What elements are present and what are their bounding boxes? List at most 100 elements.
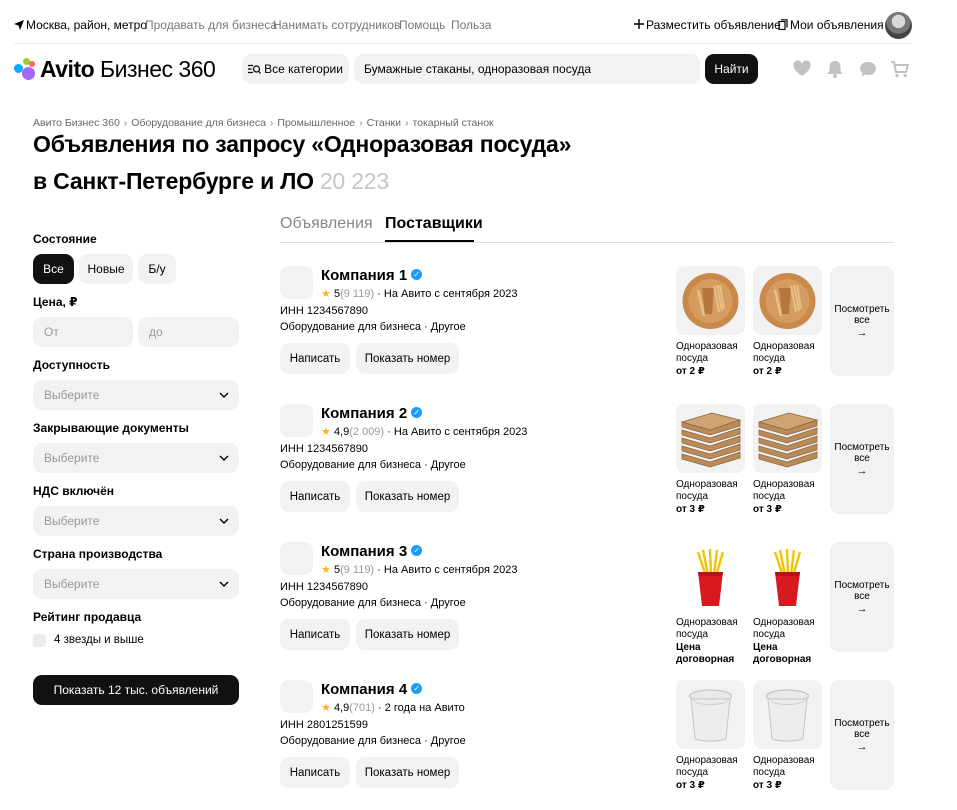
find-button[interactable]: Найти <box>705 54 758 84</box>
breadcrumb-item[interactable]: Оборудование для бизнеса <box>131 117 266 129</box>
condition-new-option[interactable]: Новые <box>79 254 133 284</box>
breadcrumb-item[interactable]: токарный станок <box>412 117 493 129</box>
supplier-rating: ★ 5(9 119) · На Авито с сентября 2023 <box>321 288 518 300</box>
benefit-link[interactable]: Польза <box>451 18 491 32</box>
see-all-label: Посмотреть все <box>834 718 890 740</box>
four-stars-label[interactable]: 4 звезды и выше <box>54 634 144 646</box>
hire-employees-link[interactable]: Нанимать сотрудников <box>273 18 400 32</box>
write-message-button[interactable]: Написать <box>280 619 350 650</box>
vat-select[interactable]: Выберите <box>33 506 239 536</box>
verified-check-icon: ✓ <box>411 683 423 694</box>
chevron-down-icon <box>219 455 229 461</box>
user-avatar[interactable] <box>885 12 912 39</box>
product-price: от 3 ₽ <box>676 780 705 791</box>
show-phone-button[interactable]: Показать номер <box>356 619 459 650</box>
search-input[interactable] <box>354 54 700 84</box>
notifications-bell-icon[interactable] <box>825 59 845 79</box>
breadcrumb-chevron-icon: › <box>269 117 274 129</box>
see-all-button[interactable]: Посмотреть все → <box>830 404 894 514</box>
avito-business-360-logo[interactable]: Avito Бизнес 360 <box>14 55 216 83</box>
four-stars-checkbox[interactable] <box>33 634 46 647</box>
supplier-logo[interactable] <box>280 266 313 299</box>
supplier-category: Оборудование для бизнеса · Другое <box>280 321 466 333</box>
supplier-logo[interactable] <box>280 680 313 713</box>
condition-all-option[interactable]: Все <box>33 254 74 284</box>
product-name[interactable]: Одноразовая посуда <box>676 479 746 503</box>
reviews-count[interactable]: (701) <box>349 702 375 714</box>
supplier-logo[interactable] <box>280 542 313 575</box>
soup-container-image[interactable] <box>753 680 822 749</box>
condition-used-option[interactable]: Б/у <box>138 254 176 284</box>
product-name[interactable]: Одноразовая посуда <box>676 341 746 365</box>
price-from-input[interactable]: От <box>33 317 133 347</box>
supplier-name[interactable]: Компания 1 <box>321 267 407 284</box>
results-count: 20 223 <box>319 168 389 194</box>
reviews-count[interactable]: (9 119) <box>340 288 374 300</box>
help-link[interactable]: Помощь <box>399 18 445 32</box>
supplier-name[interactable]: Компания 4 <box>321 681 407 698</box>
cup-forks-image[interactable] <box>753 542 822 611</box>
soup-container-image[interactable] <box>676 680 745 749</box>
product-name[interactable]: Одноразовая посуда <box>676 617 746 641</box>
supplier-category: Оборудование для бизнеса · Другое <box>280 597 466 609</box>
supplier-inn: ИНН 1234567890 <box>280 305 369 317</box>
write-message-button[interactable]: Написать <box>280 343 350 374</box>
product-price: от 2 ₽ <box>753 366 782 377</box>
see-all-button[interactable]: Посмотреть все → <box>830 266 894 376</box>
show-phone-button[interactable]: Показать номер <box>356 343 459 374</box>
product-name[interactable]: Одноразовая посуда <box>753 341 823 365</box>
top-bar: Москва, район, метро Продавать для бизне… <box>0 0 957 44</box>
on-avito-since: На Авито с сентября 2023 <box>383 564 518 576</box>
supplier-name[interactable]: Компания 3 <box>321 543 407 560</box>
condition-filter-label: Состояние <box>33 232 97 246</box>
tab-listings[interactable]: Объявления <box>280 215 373 233</box>
breadcrumb: Авито Бизнес 360 › Оборудование для бизне… <box>33 117 494 129</box>
write-message-button[interactable]: Написать <box>280 481 350 512</box>
price-to-input[interactable]: до <box>138 317 239 347</box>
show-phone-button[interactable]: Показать номер <box>356 481 459 512</box>
supplier-card: Компания 3 ✓ ★ 5(9 119) · На Авито с сен… <box>280 542 894 665</box>
messages-icon[interactable] <box>858 59 878 79</box>
vat-select-value: Выберите <box>44 514 100 528</box>
availability-select[interactable]: Выберите <box>33 380 239 410</box>
see-all-button[interactable]: Посмотреть все → <box>830 542 894 652</box>
pizza-boxes-image[interactable] <box>676 404 745 473</box>
cart-icon[interactable] <box>890 59 910 79</box>
pizza-boxes-image[interactable] <box>753 404 822 473</box>
plate-set-image[interactable] <box>753 266 822 335</box>
supplier-inn: ИНН 1234567890 <box>280 443 369 455</box>
supplier-logo[interactable] <box>280 404 313 437</box>
cup-forks-image[interactable] <box>676 542 745 611</box>
product-price: Цена договорная <box>676 642 735 665</box>
show-results-button[interactable]: Показать 12 тыс. объявлений <box>33 675 239 705</box>
product-name[interactable]: Одноразовая посуда <box>753 479 823 503</box>
my-ads-link[interactable]: Мои объявления <box>790 18 884 32</box>
post-ad-link[interactable]: Разместить объявление <box>646 18 781 32</box>
write-message-button[interactable]: Написать <box>280 757 350 788</box>
supplier-name[interactable]: Компания 2 <box>321 405 407 422</box>
tab-suppliers[interactable]: Поставщики <box>385 215 483 233</box>
location-link[interactable]: Москва, район, метро <box>26 18 147 32</box>
breadcrumb-item[interactable]: Промышленное <box>277 117 355 129</box>
reviews-count[interactable]: (2 009) <box>349 426 384 438</box>
product-name[interactable]: Одноразовая посуда <box>753 617 823 641</box>
show-phone-button[interactable]: Показать номер <box>356 757 459 788</box>
product-name[interactable]: Одноразовая посуда <box>676 755 746 779</box>
sell-for-business-link[interactable]: Продавать для бизнеса <box>145 18 277 32</box>
supplier-card: Компания 4 ✓ ★ 4,9(701) · 2 года на Авит… <box>280 680 894 800</box>
reviews-count[interactable]: (9 119) <box>340 564 374 576</box>
country-select[interactable]: Выберите <box>33 569 239 599</box>
star-icon: ★ <box>321 702 331 714</box>
see-all-button[interactable]: Посмотреть все → <box>830 680 894 790</box>
breadcrumb-item[interactable]: Станки <box>367 117 401 129</box>
chevron-down-icon <box>219 581 229 587</box>
favorites-heart-icon[interactable] <box>792 59 812 79</box>
plate-set-image[interactable] <box>676 266 745 335</box>
all-categories-button[interactable]: Все категории <box>242 54 349 84</box>
breadcrumb-item[interactable]: Авито Бизнес 360 <box>33 117 120 129</box>
all-categories-label: Все категории <box>264 62 343 76</box>
closing-docs-select[interactable]: Выберите <box>33 443 239 473</box>
breadcrumb-chevron-icon: › <box>404 117 409 129</box>
product-name[interactable]: Одноразовая посуда <box>753 755 823 779</box>
arrow-right-icon: → <box>856 465 868 477</box>
